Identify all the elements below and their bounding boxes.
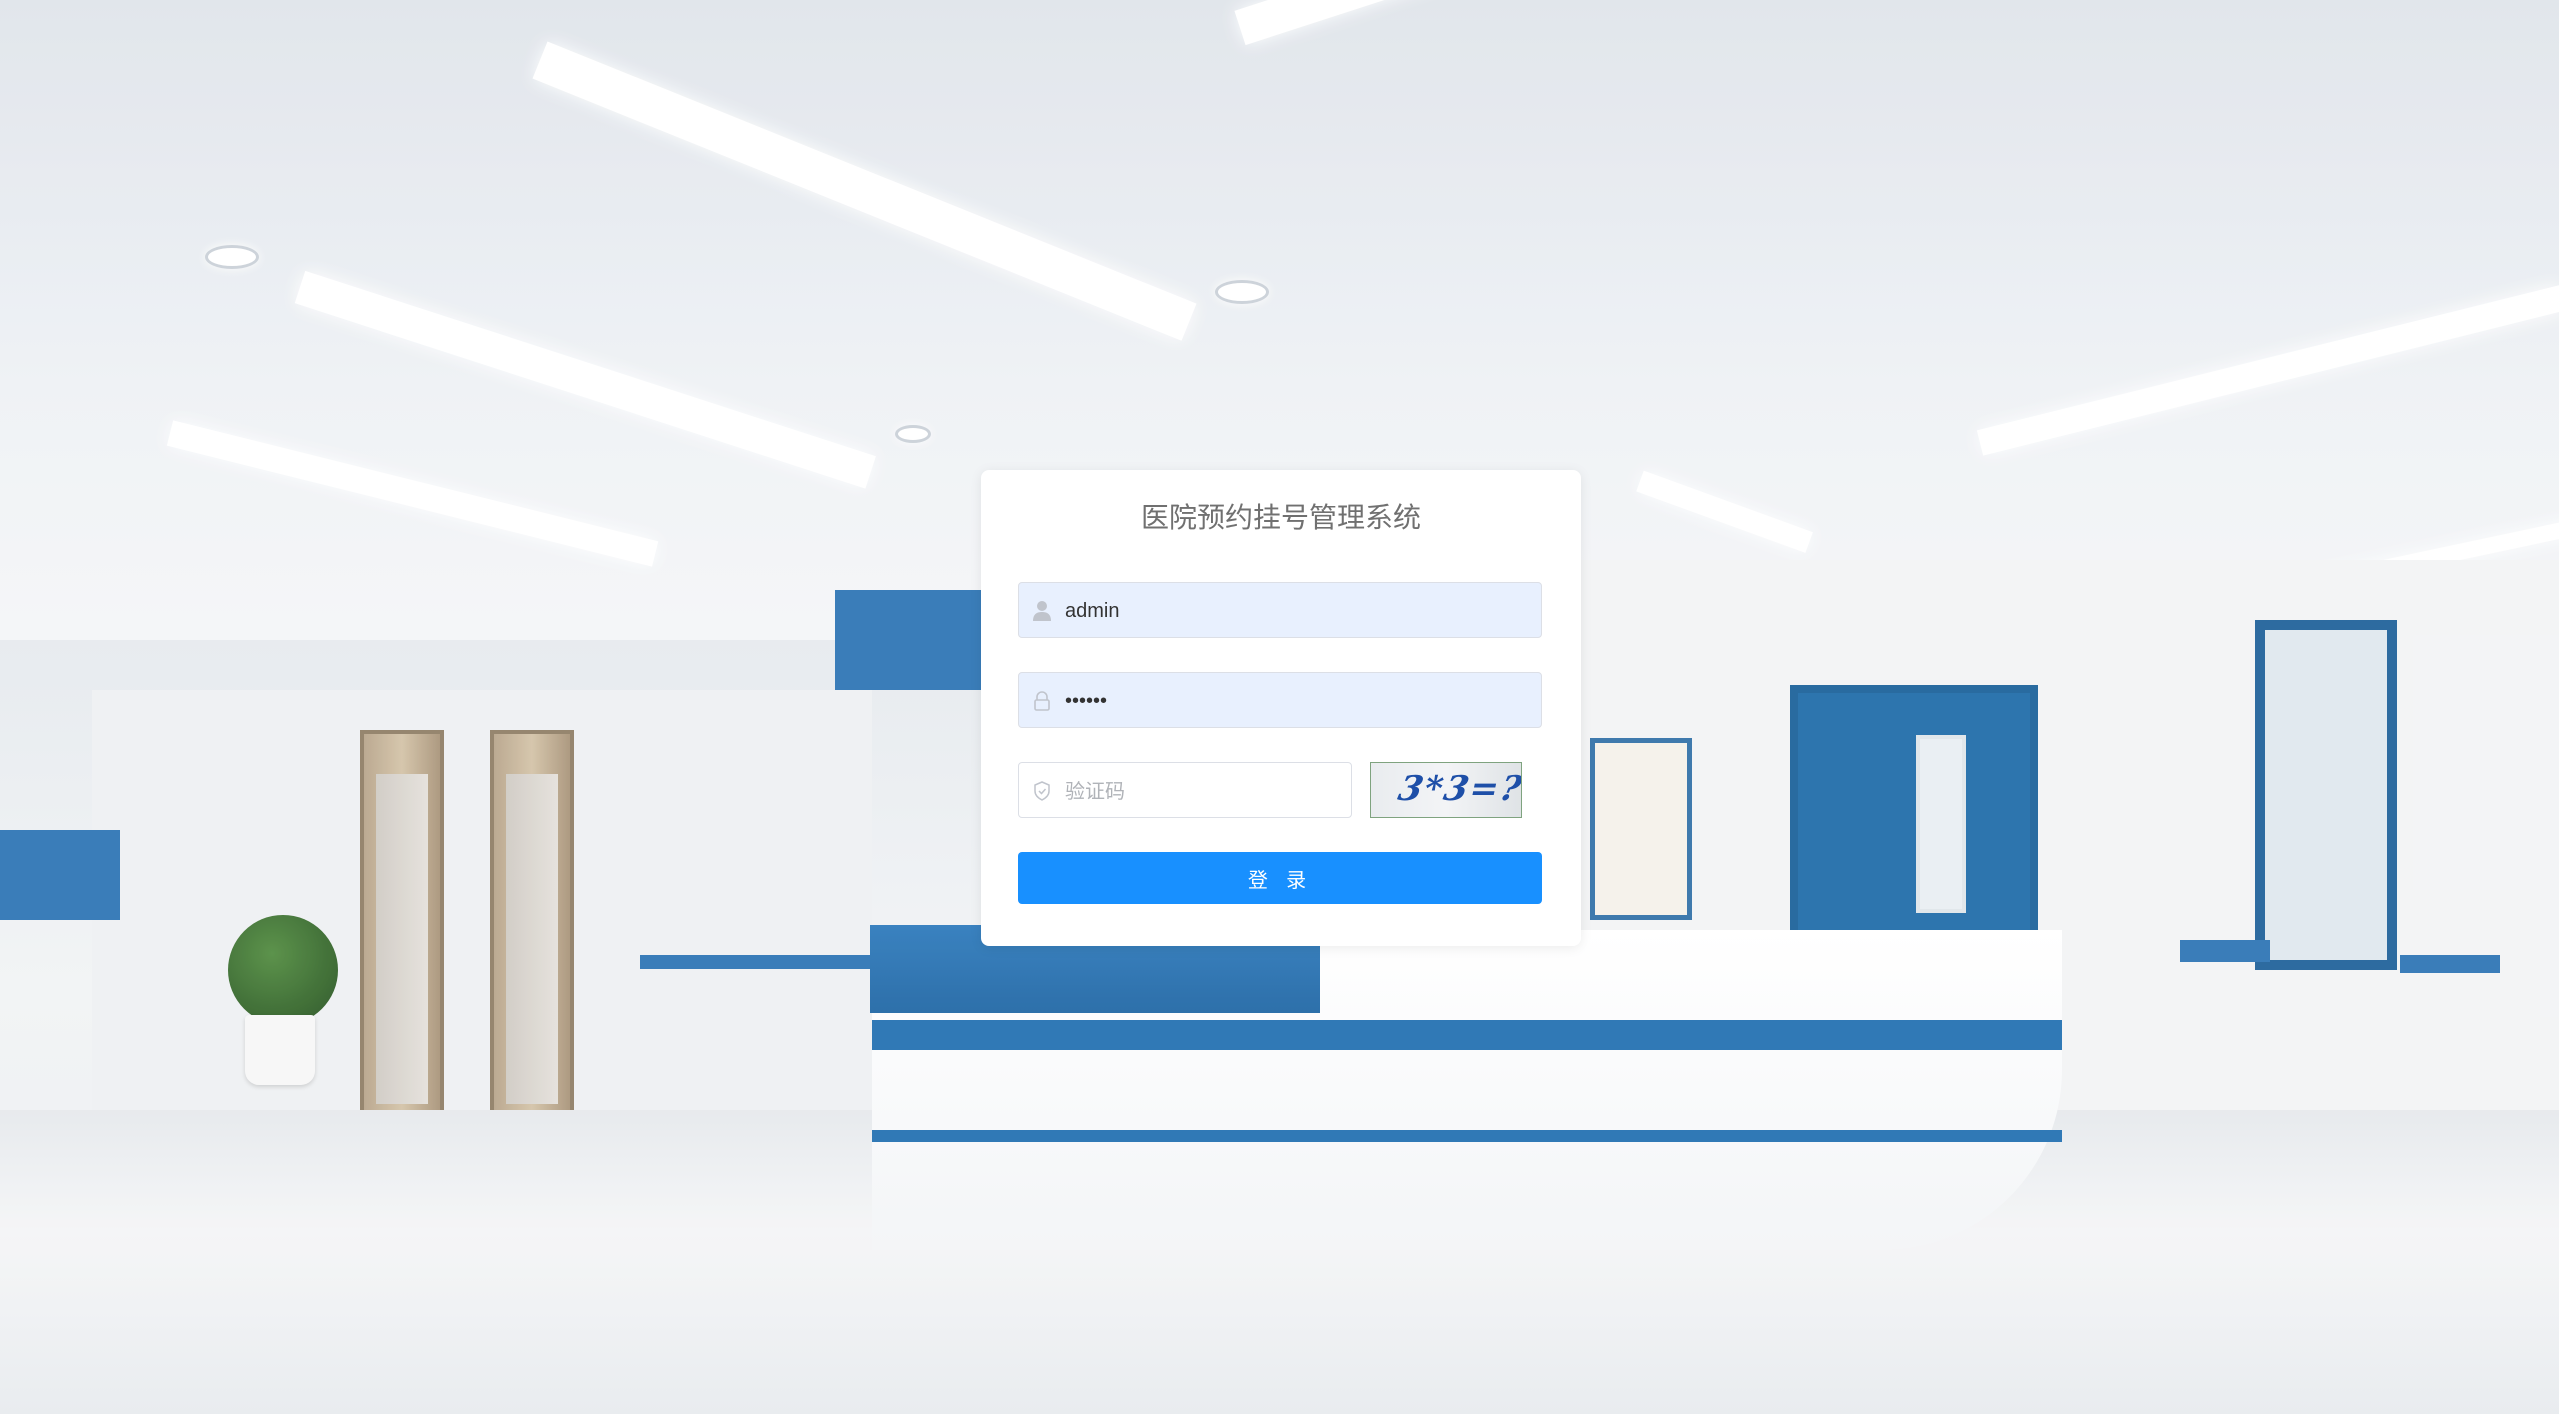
captcha-input[interactable]: 验证码 [1018, 762, 1352, 818]
username-field[interactable]: admin [1018, 582, 1542, 638]
shield-icon [1029, 763, 1055, 819]
login-button[interactable]: 登 录 [1018, 852, 1542, 904]
password-field[interactable]: •••••• [1018, 672, 1542, 728]
captcha-placeholder: 验证码 [1065, 779, 1125, 803]
login-card: 医院预约挂号管理系统 admin •••••• 验证码 3*3=? 登 录 [981, 470, 1581, 946]
username-value: admin [1065, 600, 1120, 622]
user-icon [1029, 583, 1055, 639]
page-title: 医院预约挂号管理系统 [1140, 501, 1421, 534]
lock-icon [1029, 673, 1055, 729]
captcha-text: 3*3=? [1394, 769, 1522, 809]
password-value: •••••• [1065, 690, 1108, 712]
captcha-image[interactable]: 3*3=? [1370, 762, 1522, 818]
